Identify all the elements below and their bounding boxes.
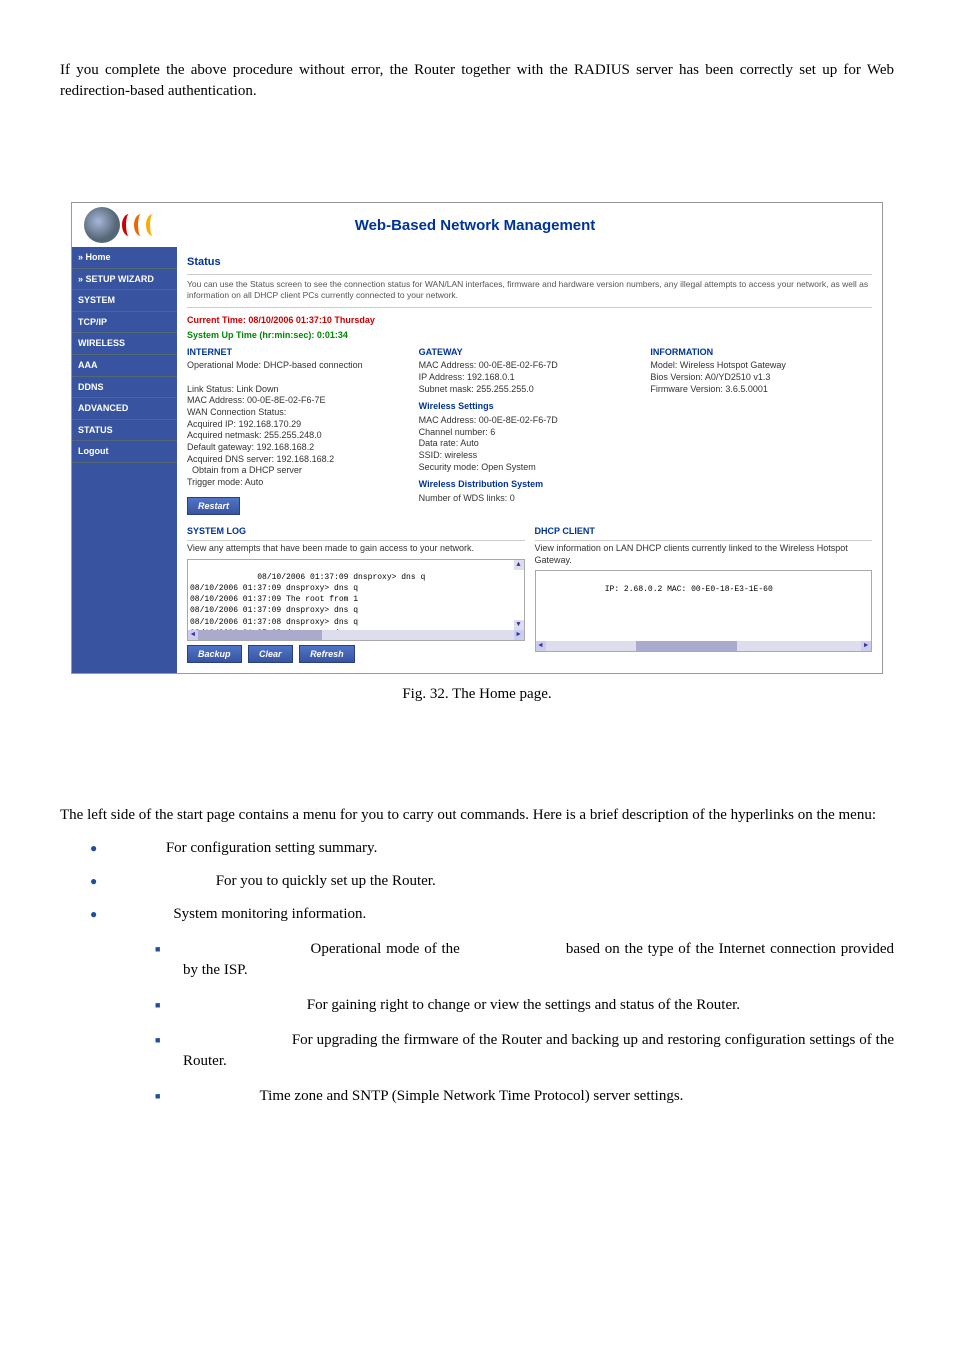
sub-item-time-text: Time zone and SNTP (Simple Network Time … [260,1088,684,1104]
wireless-sec: Security mode: Open System [419,462,641,474]
gateway-column: GATEWAY MAC Address: 00-0E-8E-02-F6-7D I… [419,346,641,516]
wireless-mac: MAC Address: 00-0E-8E-02-F6-7D [419,415,641,427]
information-column: INFORMATION Model: Wireless Hotspot Gate… [650,346,872,516]
gateway-heading: GATEWAY [419,346,641,359]
scroll-down-icon[interactable]: ▼ [514,620,524,630]
wireless-chan: Channel number: 6 [419,427,641,439]
list-item-home-text: For configuration setting summary. [166,840,378,856]
internet-heading: INTERNET [187,346,409,359]
info-fw: Firmware Version: 3.6.5.0001 [650,384,872,396]
nav-tcpip[interactable]: TCP/IP [72,312,177,334]
dhcp-desc: View information on LAN DHCP clients cur… [535,540,873,566]
current-time: Current Time: 08/10/2006 01:37:10 Thursd… [187,308,872,329]
sub-item-opmode: Operational Mode. Operational mode of th… [155,939,894,981]
sidebar-nav: » Home » SETUP WIZARD SYSTEM TCP/IP WIRE… [72,247,177,673]
internet-ip: Acquired IP: 192.168.170.29 [187,419,409,431]
home-page-screenshot: Web-Based Network Management » Home » SE… [71,202,883,674]
nav-advanced[interactable]: ADVANCED [72,398,177,420]
logo-icon [84,207,120,243]
internet-obtain: Obtain from a DHCP server [187,465,409,477]
gateway-mac: MAC Address: 00-0E-8E-02-F6-7D [419,360,641,372]
scroll-left-icon[interactable]: ◄ [536,641,546,651]
sub-item-opmode-mid: Operational mode of the [311,941,465,957]
wds-links: Number of WDS links: 0 [419,493,641,505]
sub-item-password-text: For gaining right to change or view the … [307,997,740,1013]
wds-heading: Wireless Distribution System [419,479,641,491]
internet-gw: Default gateway: 192.168.168.2 [187,442,409,454]
menu-list: Home. For configuration setting summary.… [90,838,894,1107]
nav-status[interactable]: STATUS [72,420,177,442]
info-bios: Bios Version: A0/YD2510 v1.3 [650,372,872,384]
internet-trigger: Trigger mode: Auto [187,477,409,489]
wireless-ssid: SSID: wireless [419,450,641,462]
nav-logout[interactable]: Logout [72,441,177,463]
wireless-rate: Data rate: Auto [419,438,641,450]
swoosh-icon [124,214,160,236]
sub-item-time: Time Zone. Time zone and SNTP (Simple Ne… [155,1086,894,1107]
uptime: System Up Time (hr:min:sec): 0:01:34 [187,329,872,346]
internet-dns: Acquired DNS server: 192.168.168.2 [187,454,409,466]
list-item-system: System. System monitoring information. O… [90,904,894,1107]
status-description: You can use the Status screen to see the… [187,279,872,308]
dhcp-content: IP: 2.68.0.2 MAC: 00-E0-18-E3-1E-60 [605,585,773,594]
internet-blank [187,372,409,384]
sub-item-firmware-text: For upgrading the firmware of the Router… [183,1032,894,1069]
list-item-wizard-text: For you to quickly set up the Router. [216,873,436,889]
clear-button[interactable]: Clear [248,645,293,664]
internet-wan: WAN Connection Status: [187,407,409,419]
scroll-right-icon[interactable]: ► [514,630,524,640]
internet-netmask: Acquired netmask: 255.255.248.0 [187,430,409,442]
scroll-right-icon[interactable]: ► [861,641,871,651]
backup-button[interactable]: Backup [187,645,242,664]
status-heading: Status [187,251,872,275]
figure-caption: Fig. 32. The Home page. [60,684,894,705]
internet-mac: MAC Address: 00-0E-8E-02-F6-7E [187,395,409,407]
nav-setup-wizard[interactable]: » SETUP WIZARD [72,269,177,291]
nav-system[interactable]: SYSTEM [72,290,177,312]
nav-ddns[interactable]: DDNS [72,377,177,399]
internet-column: INTERNET Operational Mode: DHCP-based co… [187,346,409,516]
wireless-heading: Wireless Settings [419,401,641,413]
sub-item-firmware: Firmware Tools. For upgrading the firmwa… [155,1030,894,1072]
internet-opmode: Operational Mode: DHCP-based connection [187,360,409,372]
nav-wireless[interactable]: WIRELESS [72,333,177,355]
gateway-ip: IP Address: 192.168.0.1 [419,372,641,384]
syslog-desc: View any attempts that have been made to… [187,540,525,555]
dhcp-heading: DHCP CLIENT [535,525,873,538]
dhcp-client-column: DHCP CLIENT View information on LAN DHCP… [535,525,873,663]
scroll-up-icon[interactable]: ▲ [514,560,524,570]
menu-description: The left side of the start page contains… [60,805,894,826]
syslog-box[interactable]: 08/10/2006 01:37:09 dnsproxy> dns q 08/1… [187,559,525,641]
nav-home[interactable]: » Home [72,247,177,269]
gateway-subnet: Subnet mask: 255.255.255.0 [419,384,641,396]
info-model: Model: Wireless Hotspot Gateway [650,360,872,372]
horizontal-scrollbar[interactable] [188,630,524,640]
list-item-system-text: System monitoring information. [173,906,366,922]
sub-item-password: Password Settings. For gaining right to … [155,995,894,1016]
scroll-left-icon[interactable]: ◄ [188,630,198,640]
internet-link: Link Status: Link Down [187,384,409,396]
refresh-button[interactable]: Refresh [299,645,355,664]
list-item-home: Home. For configuration setting summary. [90,838,894,859]
restart-button[interactable]: Restart [187,497,240,516]
dhcp-box[interactable]: IP: 2.68.0.2 MAC: 00-E0-18-E3-1E-60 ◄ ► [535,570,873,652]
intro-paragraph: If you complete the above procedure with… [60,60,894,102]
nav-aaa[interactable]: AAA [72,355,177,377]
information-heading: INFORMATION [650,346,872,359]
system-log-column: SYSTEM LOG View any attempts that have b… [187,525,525,663]
list-item-wizard: Setup Wizard. For you to quickly set up … [90,871,894,892]
horizontal-scrollbar[interactable] [536,641,872,651]
screenshot-title: Web-Based Network Management [160,215,870,236]
syslog-heading: SYSTEM LOG [187,525,525,538]
